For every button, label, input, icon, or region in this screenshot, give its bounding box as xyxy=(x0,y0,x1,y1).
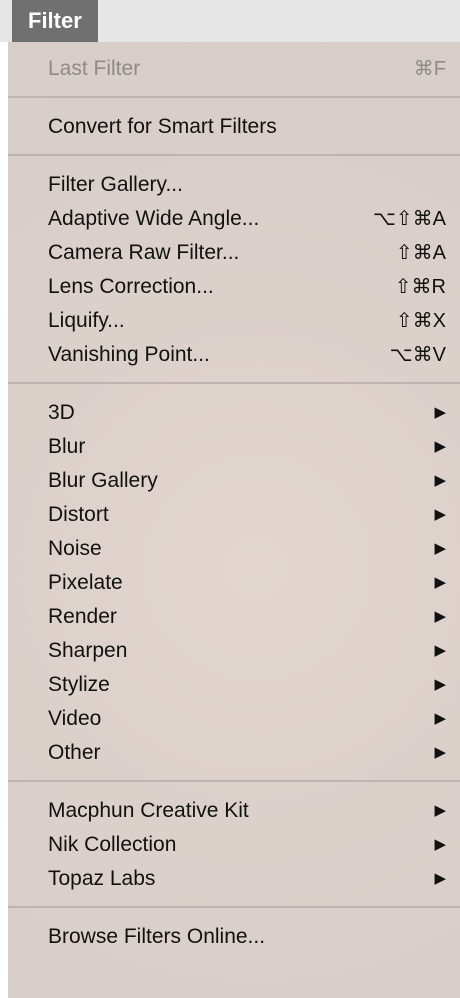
submenu-arrow-icon: ▶ xyxy=(434,472,446,489)
menu-item-liquify[interactable]: Liquify... ⇧⌘X xyxy=(8,304,460,338)
menu-item-label: Pixelate xyxy=(48,571,123,594)
menu-separator xyxy=(8,780,460,782)
menu-item-label: Filter Gallery... xyxy=(48,173,183,196)
menu-item-label: Adaptive Wide Angle... xyxy=(48,207,260,230)
menu-item-shortcut: ⇧⌘R xyxy=(394,276,446,298)
menu-item-convert-for-smart-filters[interactable]: Convert for Smart Filters xyxy=(8,110,460,144)
menu-item-label: Noise xyxy=(48,537,102,560)
menu-item-lens-correction[interactable]: Lens Correction... ⇧⌘R xyxy=(8,270,460,304)
submenu-arrow-icon: ▶ xyxy=(434,744,446,761)
menu-item-label: Topaz Labs xyxy=(48,867,156,890)
menu-item-label: Convert for Smart Filters xyxy=(48,115,277,138)
submenu-arrow-icon: ▶ xyxy=(434,676,446,693)
menu-item-label: Macphun Creative Kit xyxy=(48,799,249,822)
menu-item-sharpen[interactable]: Sharpen ▶ xyxy=(8,634,460,668)
menu-separator xyxy=(8,906,460,908)
submenu-arrow-icon: ▶ xyxy=(434,438,446,455)
menu-item-label: Other xyxy=(48,741,101,764)
menu-item-label: Blur Gallery xyxy=(48,469,158,492)
menu-item-label: Video xyxy=(48,707,102,730)
menu-item-blur[interactable]: Blur ▶ xyxy=(8,430,460,464)
menu-item-shortcut: ⇧⌘A xyxy=(395,242,446,264)
menu-item-label: Blur xyxy=(48,435,86,458)
menu-item-shortcut: ⌥⇧⌘A xyxy=(372,208,446,230)
menu-item-nik-collection[interactable]: Nik Collection ▶ xyxy=(8,828,460,862)
menu-item-macphun-creative-kit[interactable]: Macphun Creative Kit ▶ xyxy=(8,794,460,828)
menu-item-distort[interactable]: Distort ▶ xyxy=(8,498,460,532)
menu-item-label: Sharpen xyxy=(48,639,128,662)
menu-item-3d[interactable]: 3D ▶ xyxy=(8,396,460,430)
menu-item-stylize[interactable]: Stylize ▶ xyxy=(8,668,460,702)
menu-item-video[interactable]: Video ▶ xyxy=(8,702,460,736)
menu-separator xyxy=(8,382,460,384)
submenu-arrow-icon: ▶ xyxy=(434,404,446,421)
menu-item-shortcut: ⌘F xyxy=(413,58,446,80)
submenu-arrow-icon: ▶ xyxy=(434,802,446,819)
menu-item-pixelate[interactable]: Pixelate ▶ xyxy=(8,566,460,600)
menu-separator xyxy=(8,154,460,156)
submenu-arrow-icon: ▶ xyxy=(434,870,446,887)
filter-menu-dropdown: Last Filter ⌘F Convert for Smart Filters… xyxy=(8,42,460,998)
submenu-arrow-icon: ▶ xyxy=(434,642,446,659)
menu-item-noise[interactable]: Noise ▶ xyxy=(8,532,460,566)
menu-item-other[interactable]: Other ▶ xyxy=(8,736,460,770)
menu-item-browse-filters-online[interactable]: Browse Filters Online... xyxy=(8,920,460,954)
menu-item-label: Distort xyxy=(48,503,109,526)
menu-item-label: 3D xyxy=(48,401,75,424)
menu-item-shortcut: ⌥⌘V xyxy=(389,344,446,366)
menu-item-label: Nik Collection xyxy=(48,833,177,856)
submenu-arrow-icon: ▶ xyxy=(434,574,446,591)
submenu-arrow-icon: ▶ xyxy=(434,506,446,523)
menu-item-render[interactable]: Render ▶ xyxy=(8,600,460,634)
menu-item-label: Camera Raw Filter... xyxy=(48,241,240,264)
menu-item-label: Vanishing Point... xyxy=(48,343,210,366)
menu-item-label: Last Filter xyxy=(48,57,141,80)
menu-item-camera-raw-filter[interactable]: Camera Raw Filter... ⇧⌘A xyxy=(8,236,460,270)
menu-item-label: Render xyxy=(48,605,117,628)
menu-item-label: Liquify... xyxy=(48,309,125,332)
submenu-arrow-icon: ▶ xyxy=(434,608,446,625)
menu-item-shortcut: ⇧⌘X xyxy=(395,310,446,332)
menu-item-blur-gallery[interactable]: Blur Gallery ▶ xyxy=(8,464,460,498)
filter-menu-title[interactable]: Filter xyxy=(12,0,98,42)
submenu-arrow-icon: ▶ xyxy=(434,710,446,727)
menu-item-vanishing-point[interactable]: Vanishing Point... ⌥⌘V xyxy=(8,338,460,372)
submenu-arrow-icon: ▶ xyxy=(434,540,446,557)
menu-item-topaz-labs[interactable]: Topaz Labs ▶ xyxy=(8,862,460,896)
menu-item-filter-gallery[interactable]: Filter Gallery... xyxy=(8,168,460,202)
menu-item-label: Lens Correction... xyxy=(48,275,214,298)
menu-item-label: Browse Filters Online... xyxy=(48,925,266,948)
menu-separator xyxy=(8,96,460,98)
menu-bar: Filter xyxy=(0,0,460,42)
menu-item-label: Stylize xyxy=(48,673,110,696)
submenu-arrow-icon: ▶ xyxy=(434,836,446,853)
menu-item-adaptive-wide-angle[interactable]: Adaptive Wide Angle... ⌥⇧⌘A xyxy=(8,202,460,236)
menu-item-last-filter: Last Filter ⌘F xyxy=(8,52,460,86)
